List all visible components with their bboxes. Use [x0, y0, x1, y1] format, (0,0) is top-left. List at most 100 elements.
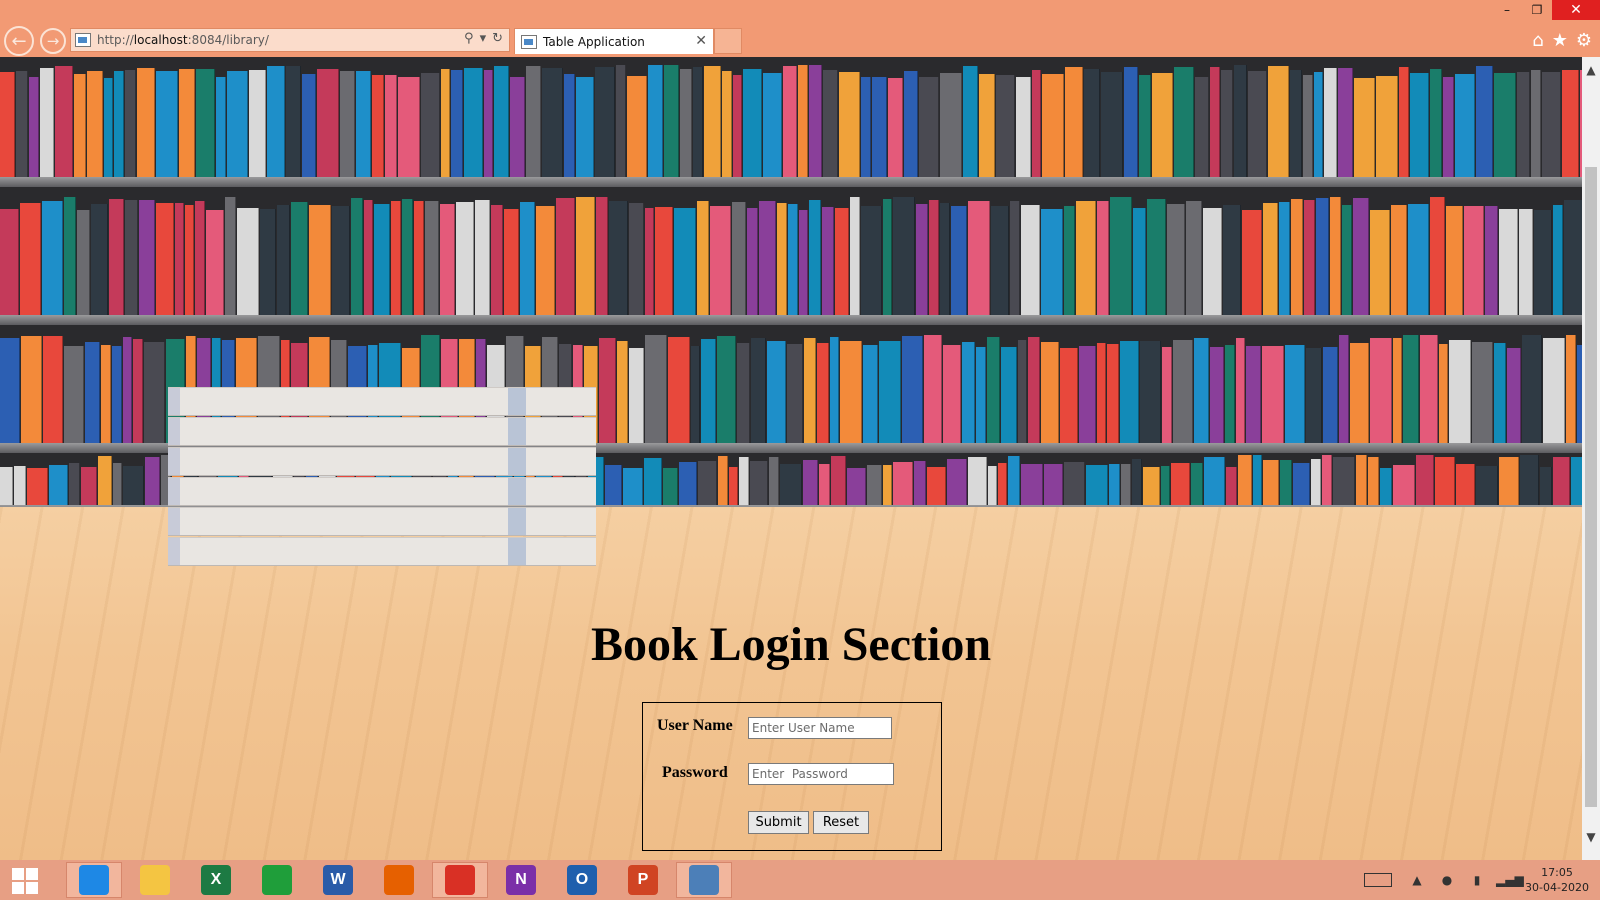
shelf-book [809, 200, 821, 315]
shelf-book [780, 464, 802, 505]
shelf-book [441, 69, 450, 177]
shelf-book [109, 199, 124, 315]
shelf-book [1553, 205, 1563, 315]
restore-button[interactable]: ❐ [1522, 0, 1552, 20]
onenote-icon: N [506, 865, 536, 895]
shelf-book [769, 457, 779, 505]
tab-table-application[interactable]: Table Application ✕ [514, 28, 714, 54]
shelf-book [1430, 69, 1442, 177]
taskbar-app-virtualbox[interactable] [676, 862, 732, 898]
shelf-book [123, 337, 132, 443]
shelf-book [1393, 338, 1402, 443]
shelf-book [835, 208, 849, 315]
shelf-book [710, 206, 731, 315]
settings-gear-icon[interactable]: ⚙ [1576, 30, 1592, 51]
minimize-button[interactable]: – [1492, 0, 1522, 20]
shelf-book [1522, 335, 1542, 443]
close-tab-icon[interactable]: ✕ [695, 33, 707, 49]
shelf-book [1534, 210, 1552, 315]
shelf-book [919, 77, 939, 177]
favorites-star-icon[interactable]: ★ [1552, 30, 1568, 51]
shelf-book [1124, 67, 1138, 177]
dropdown-icon[interactable]: ▾ [480, 31, 487, 46]
virtualbox-icon [689, 865, 719, 895]
reset-button[interactable]: Reset [813, 811, 869, 834]
shelf-book [1203, 208, 1222, 315]
shelf-book [693, 67, 703, 177]
shelf-book [520, 202, 535, 315]
show-hidden-icons-icon[interactable]: ▲ [1406, 873, 1428, 887]
shelf-book [822, 207, 834, 315]
taskbar-app-outlook[interactable]: O [554, 862, 610, 898]
taskbar-app-word[interactable]: W [310, 862, 366, 898]
shelf-book [850, 197, 860, 315]
shelf-book [1499, 209, 1518, 315]
shelf-book [0, 467, 13, 505]
stacked-book [168, 417, 596, 446]
password-input[interactable] [748, 763, 894, 785]
shelf-book [237, 208, 259, 315]
submit-button[interactable]: Submit [748, 811, 809, 834]
vertical-scrollbar[interactable]: ▲ ▼ [1582, 57, 1600, 860]
username-input[interactable] [748, 717, 892, 739]
shelf-book [1430, 197, 1445, 315]
taskbar-app-onenote[interactable]: N [493, 862, 549, 898]
browser-chrome: – ❐ ✕ ← → http://localhost:8084/library/… [0, 0, 1600, 57]
shelf-book [680, 69, 692, 177]
shelf-book [863, 345, 878, 443]
shelf-book [904, 71, 918, 177]
scroll-thumb[interactable] [1585, 167, 1597, 807]
network-signal-icon[interactable]: ▂▄▆ [1496, 873, 1524, 887]
scroll-down-icon[interactable]: ▼ [1582, 830, 1600, 846]
shelf-book [803, 460, 818, 505]
shelf-book [1456, 464, 1475, 505]
shelf-book [196, 69, 215, 177]
shelf-book [101, 345, 111, 443]
shelf-book [1132, 459, 1142, 505]
shelf-book [1223, 205, 1241, 315]
notification-icon[interactable]: ● [1436, 873, 1458, 887]
shelf-book [668, 337, 690, 443]
shelf-book [1391, 205, 1407, 315]
shelf-book [1210, 67, 1220, 177]
search-icon[interactable]: ⚲ [464, 31, 474, 46]
close-window-button[interactable]: ✕ [1552, 0, 1600, 20]
taskbar-app-firefox[interactable] [371, 862, 427, 898]
shelf-book [929, 200, 939, 315]
page-title: Book Login Section [590, 618, 992, 671]
refresh-icon[interactable]: ↻ [492, 31, 503, 46]
shelf-book [1121, 464, 1131, 505]
username-label: User Name [657, 717, 733, 734]
keyboard-icon[interactable] [1364, 873, 1392, 887]
taskbar-app-store[interactable] [249, 862, 305, 898]
home-icon[interactable]: ⌂ [1532, 30, 1543, 51]
password-label: Password [662, 764, 728, 781]
battery-icon[interactable]: ▮ [1466, 873, 1488, 887]
taskbar-app-internet-explorer[interactable] [66, 862, 122, 898]
taskbar-app-chrome[interactable] [432, 862, 488, 898]
shelf-book [872, 77, 887, 177]
windows-start-icon[interactable] [12, 868, 38, 894]
shelf-book [799, 210, 808, 315]
firefox-icon [384, 865, 414, 895]
taskbar-app-excel[interactable]: X [188, 862, 244, 898]
shelf-book [1376, 76, 1398, 177]
shelf-book [732, 202, 746, 315]
shelf-book [1290, 70, 1302, 177]
forward-button[interactable]: → [40, 28, 66, 54]
shelf-book [216, 77, 226, 177]
shelf-book [43, 336, 63, 443]
shelf-book [664, 65, 679, 177]
new-tab-button[interactable] [714, 28, 742, 54]
shelf-book [1109, 464, 1120, 505]
shelf-book [1494, 73, 1516, 177]
shelf-book [536, 206, 555, 315]
back-button[interactable]: ← [4, 26, 34, 56]
scroll-up-icon[interactable]: ▲ [1582, 63, 1600, 79]
shelf-book [1517, 72, 1530, 177]
shelf-book [16, 71, 28, 177]
address-bar[interactable]: http://localhost:8084/library/ ⚲ ▾ ↻ [70, 28, 510, 52]
taskbar-app-powerpoint[interactable]: P [615, 862, 671, 898]
clock[interactable]: 17:05 30-04-2020 [1522, 865, 1592, 895]
taskbar-app-file-explorer[interactable] [127, 862, 183, 898]
